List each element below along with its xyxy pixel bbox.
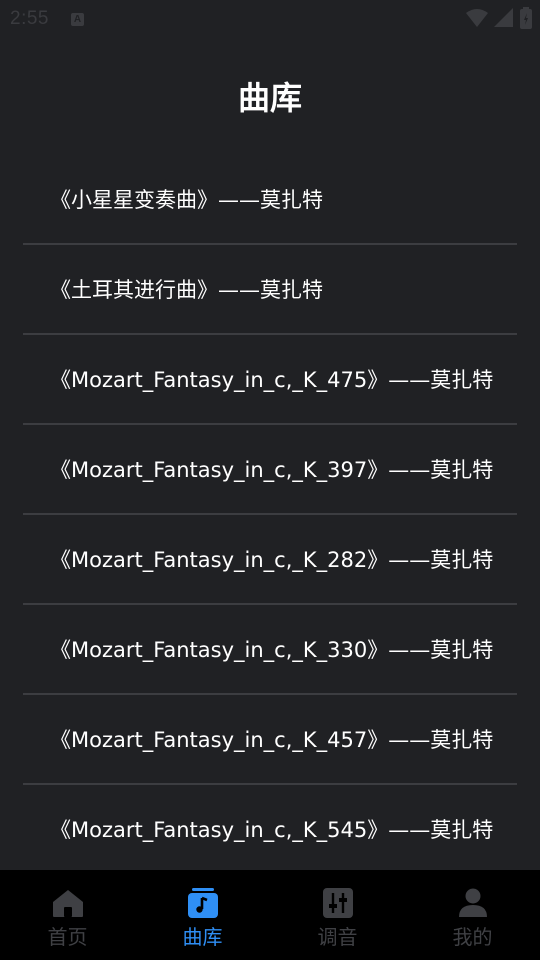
bottom-nav: 首页 曲库 调音 我的 bbox=[0, 870, 540, 960]
song-title: 《Mozart_Fantasy_in_c,_K_282》——莫扎特 bbox=[50, 548, 494, 572]
battery-icon bbox=[520, 7, 532, 33]
song-item[interactable]: 《Mozart_Fantasy_in_c,_K_397》——莫扎特 bbox=[0, 425, 540, 515]
tuner-icon bbox=[322, 887, 354, 919]
signal-icon bbox=[494, 8, 514, 32]
nav-label-home: 首页 bbox=[47, 925, 88, 949]
status-icons bbox=[466, 7, 532, 33]
music-library-icon bbox=[187, 887, 219, 919]
nav-item-profile[interactable]: 我的 bbox=[405, 870, 540, 960]
nav-label-library: 曲库 bbox=[182, 925, 223, 949]
song-title: 《Mozart_Fantasy_in_c,_K_330》——莫扎特 bbox=[50, 638, 494, 662]
a-notification-icon: A bbox=[70, 12, 84, 26]
nav-label-tuner: 调音 bbox=[317, 925, 358, 949]
song-title: 《Mozart_Fantasy_in_c,_K_545》——莫扎特 bbox=[50, 818, 494, 842]
profile-icon bbox=[457, 887, 489, 919]
nav-label-profile: 我的 bbox=[452, 925, 493, 949]
song-title: 《Mozart_Fantasy_in_c,_K_475》——莫扎特 bbox=[50, 368, 494, 392]
page-title: 曲库 bbox=[237, 79, 302, 117]
song-title: 《Mozart_Fantasy_in_c,_K_457》——莫扎特 bbox=[50, 728, 494, 752]
song-item[interactable]: 《小星星变奏曲》——莫扎特 bbox=[0, 155, 540, 245]
status-bar: 2:55 A bbox=[0, 0, 540, 38]
song-item[interactable]: 《Mozart_Fantasy_in_c,_K_475》——莫扎特 bbox=[0, 335, 540, 425]
nav-item-home[interactable]: 首页 bbox=[0, 870, 135, 960]
song-list: 《小星星变奏曲》——莫扎特 《土耳其进行曲》——莫扎特 《Mozart_Fant… bbox=[0, 155, 540, 875]
song-item[interactable]: 《Mozart_Fantasy_in_c,_K_282》——莫扎特 bbox=[0, 515, 540, 605]
song-title: 《小星星变奏曲》——莫扎特 bbox=[50, 188, 323, 212]
song-title: 《Mozart_Fantasy_in_c,_K_397》——莫扎特 bbox=[50, 458, 494, 482]
nav-item-tuner[interactable]: 调音 bbox=[270, 870, 405, 960]
song-item[interactable]: 《Mozart_Fantasy_in_c,_K_330》——莫扎特 bbox=[0, 605, 540, 695]
song-item[interactable]: 《土耳其进行曲》——莫扎特 bbox=[0, 245, 540, 335]
song-item[interactable]: 《Mozart_Fantasy_in_c,_K_545》——莫扎特 bbox=[0, 785, 540, 875]
home-icon bbox=[52, 887, 84, 919]
nav-item-library[interactable]: 曲库 bbox=[135, 870, 270, 960]
wifi-icon bbox=[466, 8, 488, 32]
song-title: 《土耳其进行曲》——莫扎特 bbox=[50, 278, 323, 302]
status-time: 2:55 bbox=[10, 8, 49, 29]
song-item[interactable]: 《Mozart_Fantasy_in_c,_K_457》——莫扎特 bbox=[0, 695, 540, 785]
